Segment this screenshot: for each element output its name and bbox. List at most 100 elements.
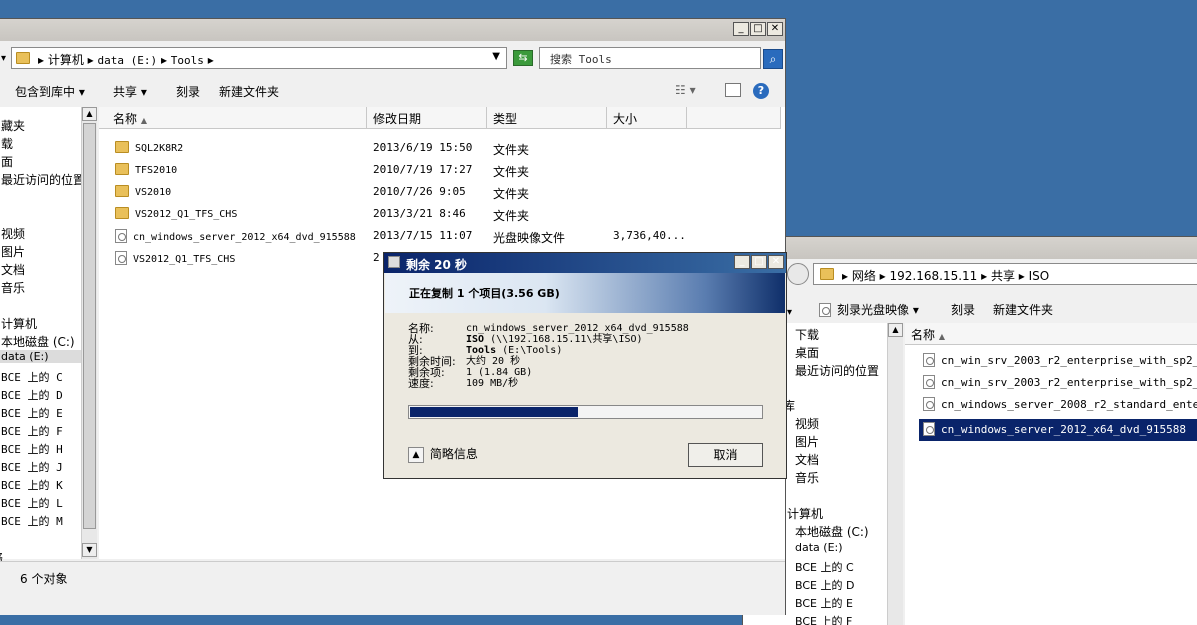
cancel-button[interactable]: 取消: [688, 443, 763, 467]
minimize-button[interactable]: _: [733, 22, 749, 36]
maximize-button[interactable]: □: [750, 22, 766, 36]
burn-button[interactable]: 刻录: [176, 83, 200, 100]
scroll-thumb[interactable]: [83, 123, 96, 529]
list-item-selected[interactable]: cn_windows_server_2012_x64_dvd_915588: [919, 419, 1197, 441]
chevron-up-icon[interactable]: ▲: [408, 447, 424, 463]
column-header-size[interactable]: 大小: [607, 107, 687, 129]
folder-icon: [115, 141, 129, 153]
chevron-down-icon[interactable]: ▾: [1, 53, 6, 64]
breadcrumb-item[interactable]: 网络: [852, 269, 876, 283]
nav-item[interactable]: BCE 上的 D: [1, 387, 63, 403]
nav-item[interactable]: BCE 上的 L: [1, 495, 63, 511]
cell-type: 文件夹: [493, 143, 530, 157]
column-header-name[interactable]: 名称 ▲: [905, 323, 1197, 345]
chevron-down-icon[interactable]: ▾: [787, 307, 792, 318]
nav-item[interactable]: 载: [1, 135, 13, 152]
nav-item[interactable]: BCE 上的 H: [1, 441, 63, 457]
breadcrumb-item[interactable]: 192.168.15.11: [890, 269, 978, 283]
new-folder-button[interactable]: 新建文件夹: [219, 83, 279, 100]
nav-item[interactable]: 计算机: [1, 315, 37, 332]
nav-item[interactable]: 视频: [1, 225, 25, 242]
back-forward-buttons[interactable]: [787, 263, 809, 285]
address-bar[interactable]: ▸ 计算机 ▸ data (E:) ▸ Tools ▸ ▼: [11, 47, 507, 69]
nav-item[interactable]: 音乐: [795, 469, 819, 486]
table-row[interactable]: VS2012_Q1_TFS_CHS 2013/3/21 8:46 文件夹: [99, 203, 785, 225]
cell-type: 文件夹: [493, 209, 530, 223]
nav-item[interactable]: data (E:): [795, 541, 843, 554]
list-item[interactable]: cn_windows_server_2008_r2_standard_enter…: [923, 397, 1197, 419]
nav-item[interactable]: 图片: [795, 433, 819, 450]
search-icon[interactable]: ⌕: [763, 49, 783, 69]
nav-item[interactable]: 面: [1, 153, 13, 170]
maximize-button[interactable]: □: [751, 255, 767, 269]
list-item[interactable]: cn_win_srv_2003_r2_enterprise_with_sp2_v…: [923, 375, 1197, 397]
nav-item[interactable]: BCE 上的 E: [795, 595, 853, 611]
burn-button[interactable]: 刻录: [951, 301, 975, 318]
view-options-icon[interactable]: ☷ ▾: [675, 83, 696, 97]
nav-item[interactable]: 图片: [1, 243, 25, 260]
column-header-name[interactable]: 名称 ▲: [99, 107, 367, 129]
breadcrumb-item[interactable]: Tools: [171, 54, 204, 67]
nav-item[interactable]: 本地磁盘 (C:): [1, 333, 75, 350]
table-row[interactable]: VS2010 2010/7/26 9:05 文件夹: [99, 181, 785, 203]
refresh-button[interactable]: ⇆: [513, 50, 533, 66]
column-header-date[interactable]: 修改日期: [367, 107, 487, 129]
nav-item[interactable]: 下载: [795, 326, 819, 343]
nav-item[interactable]: BCE 上的 F: [1, 423, 63, 439]
preview-pane-icon[interactable]: [725, 83, 741, 97]
breadcrumb-item[interactable]: ISO: [1029, 269, 1050, 283]
cell-type: 光盘映像文件: [493, 231, 566, 245]
close-button[interactable]: ✕: [768, 255, 784, 269]
share-button[interactable]: 共享 ▾: [113, 83, 147, 100]
value-remaining-items: 1 (1.84 GB): [466, 367, 533, 378]
nav-item[interactable]: BCE 上的 C: [1, 369, 63, 385]
scroll-up-button[interactable]: ▲: [82, 107, 97, 121]
address-bar[interactable]: ▸ 网络 ▸ 192.168.15.11 ▸ 共享 ▸ ISO: [813, 263, 1197, 285]
burn-image-button[interactable]: 刻录光盘映像 ▾: [819, 301, 919, 318]
nav-item[interactable]: BCE 上的 F: [795, 613, 852, 625]
search-input[interactable]: 搜索 Tools: [539, 47, 761, 69]
table-row[interactable]: TFS2010 2010/7/19 17:27 文件夹: [99, 159, 785, 181]
value-name: cn_windows_server_2012_x64_dvd_915588: [466, 323, 689, 334]
nav-item[interactable]: 音乐: [1, 279, 25, 296]
nav-scrollbar[interactable]: ▲ ▼: [81, 107, 97, 559]
nav-item[interactable]: 最近访问的位置: [795, 362, 879, 379]
nav-item[interactable]: BCE 上的 J: [1, 459, 63, 475]
nav-item[interactable]: 桌面: [795, 344, 819, 361]
address-dropdown-icon[interactable]: ▼: [492, 51, 500, 62]
breadcrumb-item[interactable]: 计算机: [48, 53, 84, 67]
new-folder-button[interactable]: 新建文件夹: [993, 301, 1053, 318]
nav-scrollbar[interactable]: ▲: [887, 323, 903, 625]
nav-item[interactable]: 藏夹: [1, 117, 25, 134]
column-header-type[interactable]: 类型: [487, 107, 607, 129]
nav-item[interactable]: 视频: [795, 415, 819, 432]
nav-item[interactable]: 本地磁盘 (C:): [795, 523, 869, 540]
nav-item[interactable]: 最近访问的位置: [1, 171, 85, 188]
copy-icon: [388, 256, 400, 268]
navigation-pane: 藏夹 载 面 最近访问的位置 视频 图片 文档 音乐 计算机 本地磁盘 (C:)…: [0, 107, 85, 565]
table-row[interactable]: cn_windows_server_2012_x64_dvd_915588 201…: [99, 225, 785, 247]
breadcrumb-item[interactable]: data (E:): [98, 54, 158, 67]
nav-item[interactable]: BCE 上的 C: [795, 559, 854, 575]
nav-item[interactable]: BCE 上的 K: [1, 477, 63, 493]
cell-date: 2013/7/15 11:07: [373, 229, 473, 242]
breadcrumb[interactable]: ▸ 网络 ▸ 192.168.15.11 ▸ 共享 ▸ ISO: [842, 267, 1049, 284]
nav-item-selected[interactable]: data (E:): [0, 350, 83, 363]
nav-item[interactable]: 计算机: [787, 505, 823, 522]
help-icon[interactable]: ?: [753, 83, 769, 99]
breadcrumb[interactable]: ▸ 计算机 ▸ data (E:) ▸ Tools ▸: [38, 51, 214, 68]
nav-item[interactable]: BCE 上的 M: [1, 513, 63, 529]
nav-item[interactable]: BCE 上的 D: [795, 577, 854, 593]
table-row[interactable]: SQL2K8R2 2013/6/19 15:50 文件夹: [99, 137, 785, 159]
breadcrumb-item[interactable]: 共享: [991, 269, 1015, 283]
less-info-toggle[interactable]: ▲ 简略信息: [408, 445, 478, 463]
nav-item[interactable]: BCE 上的 E: [1, 405, 63, 421]
close-button[interactable]: ✕: [767, 22, 783, 36]
nav-item[interactable]: 文档: [795, 451, 819, 468]
minimize-button[interactable]: _: [734, 255, 750, 269]
scroll-up-button[interactable]: ▲: [888, 323, 903, 337]
scroll-down-button[interactable]: ▼: [82, 543, 97, 557]
list-item[interactable]: cn_win_srv_2003_r2_enterprise_with_sp2_v…: [923, 353, 1197, 375]
include-in-library-button[interactable]: 包含到库中 ▾: [15, 83, 85, 100]
nav-item[interactable]: 文档: [1, 261, 25, 278]
